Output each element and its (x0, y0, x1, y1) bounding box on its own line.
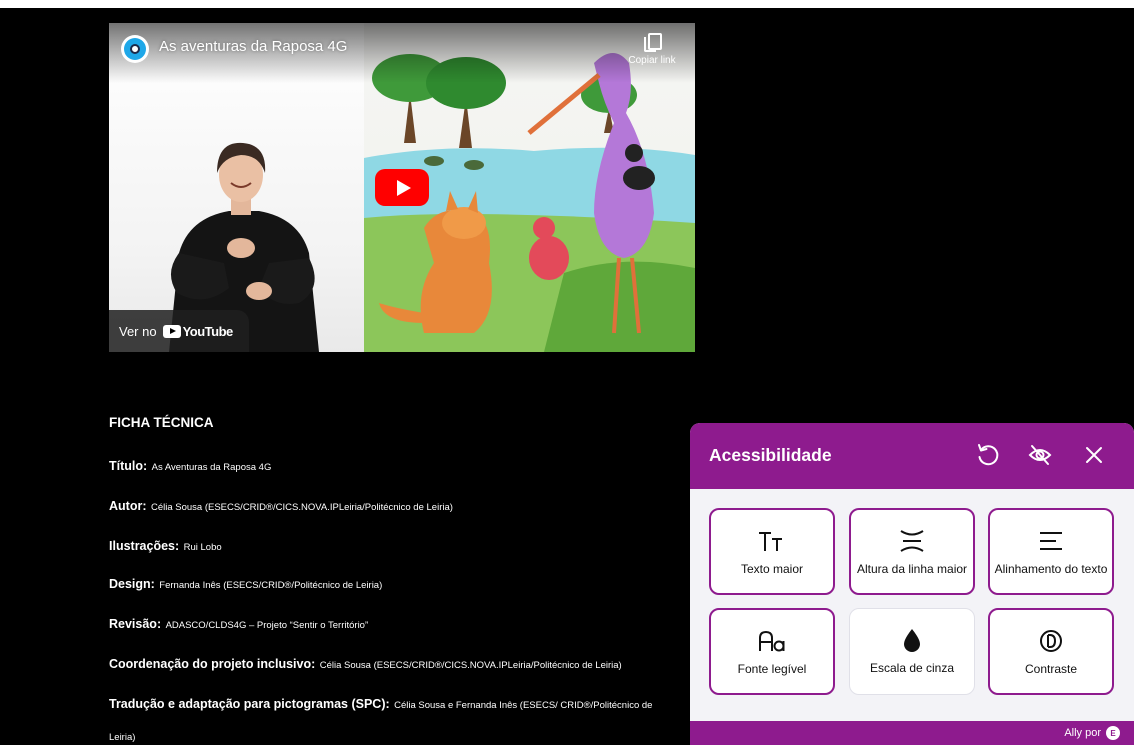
credit-value: Célia Sousa e Fernanda Inês (ESECS/ CRID… (394, 700, 653, 711)
credit-label: Autor: (109, 499, 147, 513)
tile-label: Escala de cinza (869, 661, 955, 675)
youtube-logo-text: YouTube (182, 323, 234, 339)
credit-value: Fernanda Inês (ESECS/CRID®/Politécnico d… (159, 580, 383, 591)
tile-label: Texto maior (740, 562, 804, 576)
ally-logo-icon: E (1106, 726, 1120, 740)
tile-label: Contraste (1024, 662, 1078, 676)
play-button[interactable] (375, 169, 429, 206)
reset-button[interactable] (974, 441, 1002, 469)
youtube-play-icon (162, 324, 181, 338)
text-size-icon (757, 528, 787, 554)
credit-row: Revisão: ADASCO/CLDS4G – Projeto “Sentir… (109, 615, 368, 633)
credit-value: Célia Sousa (ESECS/CRID®/CICS.NOVA.IPLei… (319, 660, 622, 671)
grayscale-button[interactable]: Escala de cinza (849, 608, 975, 695)
credit-row: Coordenação do projeto inclusivo: Célia … (109, 655, 622, 673)
contrast-icon (1038, 628, 1064, 654)
accessibility-footer: Ally por E (690, 721, 1134, 745)
credit-row: Autor: Célia Sousa (ESECS/CRID®/CICS.NOV… (109, 497, 453, 515)
larger-text-button[interactable]: Texto maior (709, 508, 835, 595)
credit-continuation: Leiria) (109, 732, 136, 743)
reset-icon (978, 444, 999, 466)
readable-font-button[interactable]: Fonte legível (709, 608, 835, 695)
hide-widget-button[interactable] (1026, 441, 1054, 469)
copy-icon (644, 33, 662, 52)
credit-label: Ilustrações: (109, 539, 180, 553)
credit-value: Célia Sousa (ESECS/CRID®/CICS.NOVA.IPLei… (150, 502, 453, 513)
credit-value: As Aventuras da Raposa 4G (151, 462, 272, 473)
close-icon (1086, 447, 1102, 463)
watch-on-label: Ver no (119, 323, 157, 339)
page-background: As aventuras da Raposa 4G Copiar link Ve… (0, 8, 1134, 745)
tile-label: Alinhamento do texto (994, 562, 1108, 576)
ally-brand-link[interactable]: Ally por E (1064, 726, 1120, 740)
close-button[interactable] (1080, 441, 1108, 469)
copy-link-button[interactable]: Copiar link (619, 33, 685, 66)
copy-link-label: Copiar link (628, 55, 676, 66)
youtube-logo: YouTube (162, 323, 234, 339)
credit-label: Título: (109, 459, 148, 473)
accessibility-header: Acessibilidade (690, 423, 1134, 489)
credit-label: Design: (109, 577, 155, 591)
grayscale-drop-icon (900, 627, 924, 653)
credit-row: Título: As Aventuras da Raposa 4G (109, 457, 271, 475)
credit-label: Revisão: (109, 617, 162, 631)
credit-row: Tradução e adaptação para pictogramas (S… (109, 695, 652, 713)
text-align-icon (1036, 528, 1066, 554)
credit-row: Ilustrações: Rui Lobo (109, 537, 222, 555)
tile-label: Altura da linha maior (856, 562, 968, 576)
eye-off-icon (1028, 445, 1052, 465)
tile-label: Fonte legível (737, 662, 807, 676)
channel-avatar-icon[interactable] (121, 35, 149, 63)
line-height-icon (897, 528, 927, 554)
readable-font-icon (757, 628, 787, 654)
line-height-button[interactable]: Altura da linha maior (849, 508, 975, 595)
contrast-button[interactable]: Contraste (988, 608, 1114, 695)
credit-value: Rui Lobo (183, 542, 222, 553)
credit-label: Coordenação do projeto inclusivo: (109, 657, 316, 671)
credit-label: Tradução e adaptação para pictogramas (S… (109, 697, 390, 711)
watch-on-youtube-button[interactable]: Ver no YouTube (109, 310, 249, 352)
accessibility-panel: Acessibilidade Texto maior Altura da lin… (690, 423, 1134, 745)
youtube-video-embed[interactable]: As aventuras da Raposa 4G Copiar link Ve… (109, 23, 695, 352)
ally-by-label: Ally por (1064, 727, 1101, 739)
credit-value: ADASCO/CLDS4G – Projeto “Sentir o Territ… (165, 620, 369, 631)
video-title[interactable]: As aventuras da Raposa 4G (159, 38, 347, 55)
credit-row: Design: Fernanda Inês (ESECS/CRID®/Polit… (109, 575, 382, 593)
technical-sheet-heading: FICHA TÉCNICA (109, 415, 214, 430)
accessibility-title: Acessibilidade (709, 445, 832, 465)
text-align-button[interactable]: Alinhamento do texto (988, 508, 1114, 595)
